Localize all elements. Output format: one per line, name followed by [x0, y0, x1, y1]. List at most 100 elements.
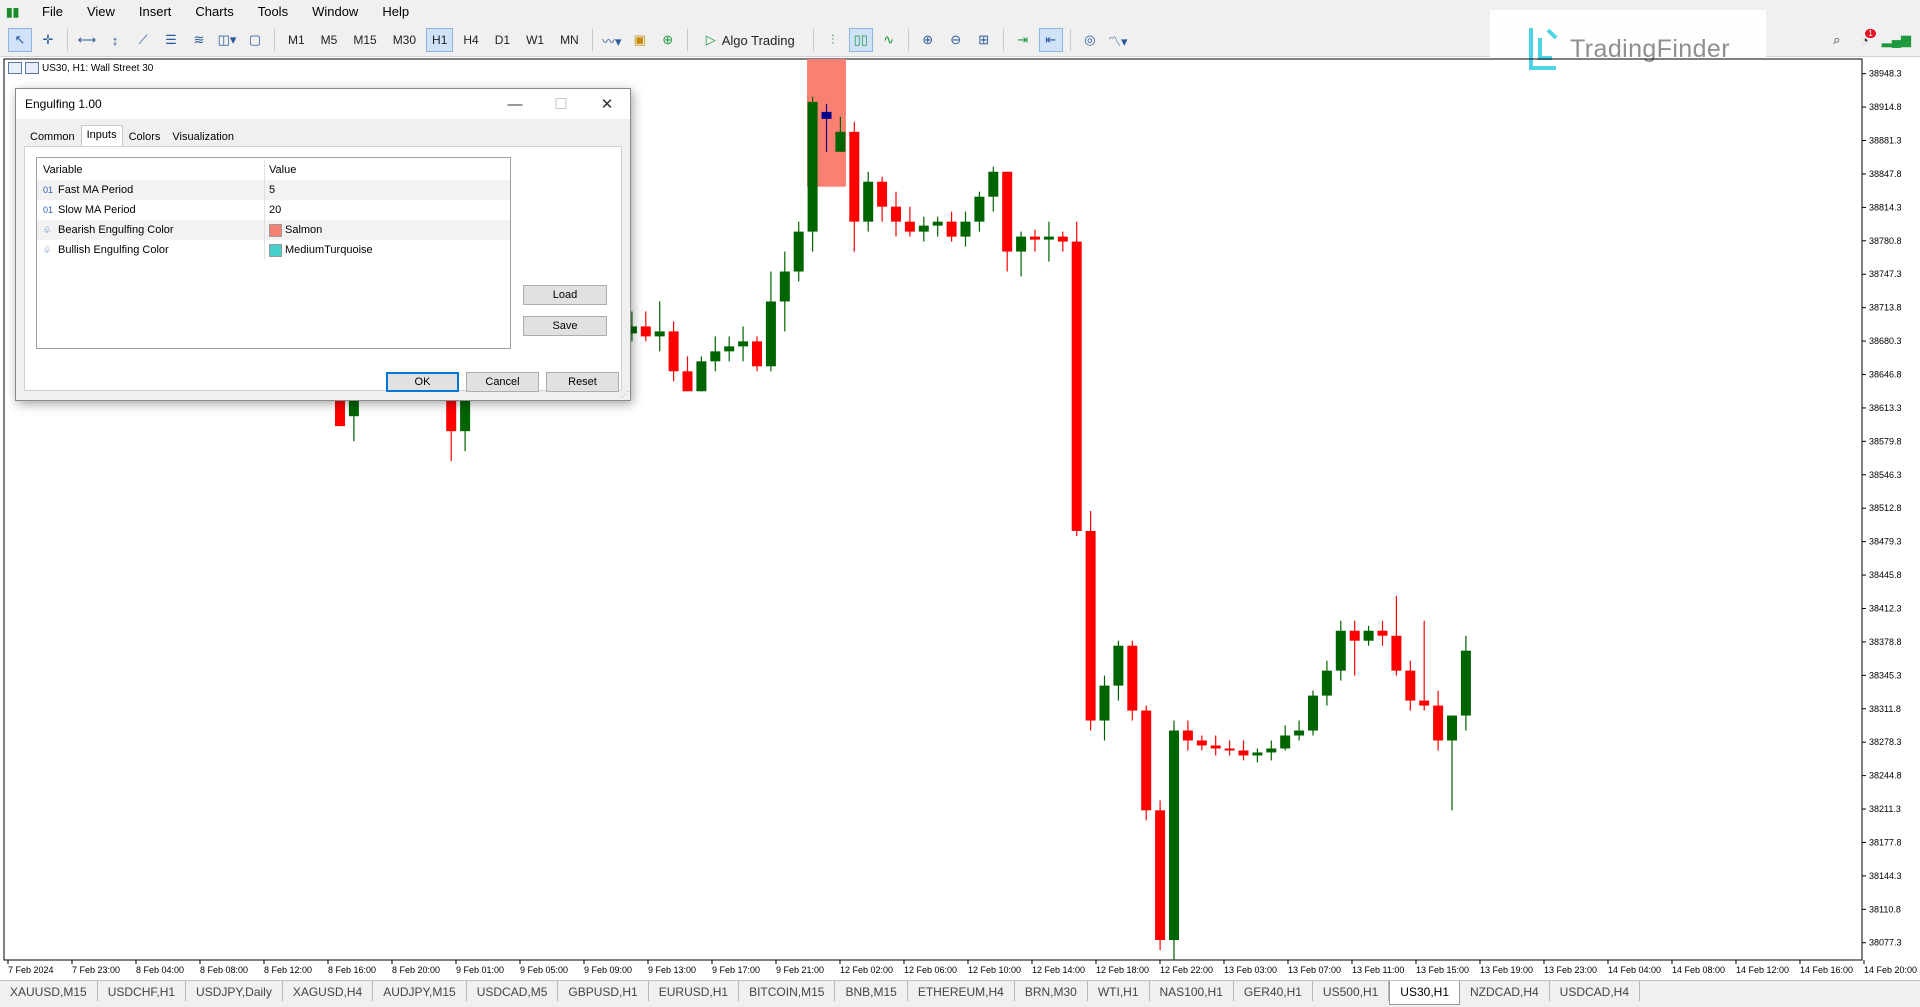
timeframe-m5-button[interactable]: M5 [315, 28, 344, 52]
autoscroll-icon[interactable]: ⇥ [1011, 28, 1035, 52]
symbol-tab[interactable]: USDCAD,M5 [467, 981, 559, 1001]
menu-view[interactable]: View [75, 0, 127, 24]
close-icon[interactable]: ✕ [584, 95, 630, 113]
color-swatch [269, 243, 282, 257]
timeframe-m15-button[interactable]: M15 [347, 28, 382, 52]
candle-body [1349, 630, 1360, 641]
screenshot-icon[interactable]: ◎ [1078, 28, 1102, 52]
shapes-icon[interactable]: ◫▾ [215, 28, 239, 52]
symbol-tab[interactable]: ETHEREUM,H4 [908, 981, 1015, 1001]
price-tick-label: 38144.3 [1869, 871, 1902, 881]
bar-chart-icon[interactable]: ⫶ [821, 28, 845, 52]
menu-insert[interactable]: Insert [127, 0, 184, 24]
symbol-tab[interactable]: USDCHF,H1 [98, 981, 187, 1001]
channel-icon[interactable]: ☰ [159, 28, 183, 52]
market-icon[interactable]: ▣ [628, 28, 652, 52]
candle-body [779, 271, 790, 302]
input-row-slow-ma[interactable]: 01 Slow MA Period 20 [37, 200, 510, 220]
timeframe-m1-button[interactable]: M1 [282, 28, 311, 52]
timeframe-d1-button[interactable]: D1 [489, 28, 516, 52]
search-icon[interactable]: ⌕ [1825, 28, 1849, 52]
symbol-tab[interactable]: BITCOIN,M15 [739, 981, 836, 1001]
input-value[interactable]: Salmon [285, 224, 322, 236]
cursor-icon[interactable]: ↖ [8, 28, 32, 52]
toolbar-divider [1002, 29, 1004, 51]
indicator-properties-dialog: Engulfing 1.00 — ☐ ✕ Common Inputs Color… [15, 88, 631, 401]
signal-strength-icon: ▂▄▆ [1881, 32, 1911, 47]
vertical-line-icon[interactable]: ↕ [103, 28, 127, 52]
dialog-titlebar[interactable]: Engulfing 1.00 — ☐ ✕ [16, 89, 630, 119]
menu-charts[interactable]: Charts [183, 0, 245, 24]
chart-symbol-label: US30, H1: Wall Street 30 [42, 62, 154, 74]
algo-trading-button[interactable]: ▷ Algo Trading [695, 28, 806, 52]
symbol-tab[interactable]: US500,H1 [1313, 981, 1390, 1001]
time-tick-label: 13 Feb 11:00 [1352, 965, 1404, 975]
symbol-tab[interactable]: AUDJPY,M15 [373, 981, 467, 1001]
crosshair-icon[interactable]: ✛ [36, 28, 60, 52]
symbol-tab[interactable]: XAUUSD,M15 [0, 981, 98, 1001]
symbol-tab[interactable]: USDJPY,Daily [186, 981, 283, 1001]
timeframe-h4-button[interactable]: H4 [457, 28, 484, 52]
menu-window[interactable]: Window [300, 0, 370, 24]
symbol-tab[interactable]: BNB,M15 [835, 981, 908, 1001]
load-button[interactable]: Load [523, 285, 607, 305]
input-row-fast-ma[interactable]: 01 Fast MA Period 5 [37, 180, 510, 200]
zoom-out-icon[interactable]: ⊖ [944, 28, 968, 52]
symbol-tab[interactable]: NAS100,H1 [1150, 981, 1234, 1001]
symbol-tab[interactable]: EURUSD,H1 [649, 981, 740, 1001]
symbol-tab[interactable]: GER40,H1 [1234, 981, 1313, 1001]
symbol-tab[interactable]: USDCAD,H4 [1550, 981, 1641, 1001]
candle-body [1460, 650, 1471, 716]
menu-file[interactable]: File [30, 0, 75, 24]
candle-body [668, 331, 679, 372]
ok-button[interactable]: OK [386, 372, 459, 392]
candlestick-chart-icon[interactable]: ▯▯ [848, 28, 873, 52]
menu-tools[interactable]: Tools [246, 0, 300, 24]
cancel-button[interactable]: Cancel [466, 372, 539, 392]
candle-body [960, 221, 971, 237]
candle-body [1252, 752, 1263, 756]
resize-grip-icon[interactable]: ⋰ [621, 390, 629, 399]
symbol-tab[interactable]: XAGUSD,H4 [283, 981, 374, 1001]
input-value[interactable]: 20 [269, 204, 281, 216]
input-row-bearish-color[interactable]: ♧ Bearish Engulfing Color Salmon [37, 220, 510, 240]
zoom-in-icon[interactable]: ⊕ [916, 28, 940, 52]
timeframe-m30-button[interactable]: M30 [387, 28, 422, 52]
timeframe-mn-button[interactable]: MN [554, 28, 585, 52]
input-value[interactable]: 5 [269, 184, 275, 196]
timeframe-w1-button[interactable]: W1 [520, 28, 550, 52]
candle-body [765, 301, 776, 367]
rectangle-icon[interactable]: ▢ [243, 28, 267, 52]
chart-shift-icon[interactable]: ⇤ [1038, 28, 1063, 52]
tile-windows-icon[interactable]: ⊞ [972, 28, 996, 52]
horizontal-line-icon[interactable]: ⟷ [75, 28, 99, 52]
line-chart-icon[interactable]: ∿ [877, 28, 901, 52]
menu-help[interactable]: Help [370, 0, 421, 24]
save-button[interactable]: Save [523, 316, 607, 336]
price-tick-label: 38244.8 [1869, 771, 1902, 781]
tab-colors[interactable]: Colors [123, 127, 167, 148]
input-value[interactable]: MediumTurquoise [285, 244, 373, 256]
tab-common[interactable]: Common [24, 127, 81, 148]
minimize-icon[interactable]: — [492, 96, 538, 113]
timeframe-h1-button[interactable]: H1 [426, 28, 454, 52]
indicators-icon[interactable]: 〰▾ [600, 28, 624, 52]
symbol-tab[interactable]: WTI,H1 [1088, 981, 1150, 1001]
tab-visualization[interactable]: Visualization [166, 127, 240, 148]
reset-button[interactable]: Reset [546, 372, 619, 392]
tab-inputs[interactable]: Inputs [80, 125, 123, 146]
column-header-variable: Variable [37, 160, 265, 180]
symbol-tab[interactable]: US30,H1 [1389, 981, 1460, 1005]
symbol-tab[interactable]: GBPUSD,H1 [558, 981, 649, 1001]
symbol-tab[interactable]: BRN,M30 [1015, 981, 1088, 1001]
fibonacci-icon[interactable]: ≋ [187, 28, 211, 52]
input-row-bullish-color[interactable]: ♧ Bullish Engulfing Color MediumTurquoise [37, 240, 510, 260]
candle-body [849, 131, 860, 222]
symbol-tab[interactable]: NZDCAD,H4 [1460, 981, 1550, 1001]
trendline-icon[interactable]: ⟋ [131, 28, 155, 52]
candle-body [1266, 748, 1277, 753]
color-palette-icon: ♧ [43, 224, 52, 235]
templates-icon[interactable]: 〽▾ [1106, 28, 1130, 52]
notifications-icon[interactable]: ◔ 1 [1853, 28, 1877, 52]
signals-icon[interactable]: ⊕ [656, 28, 680, 52]
